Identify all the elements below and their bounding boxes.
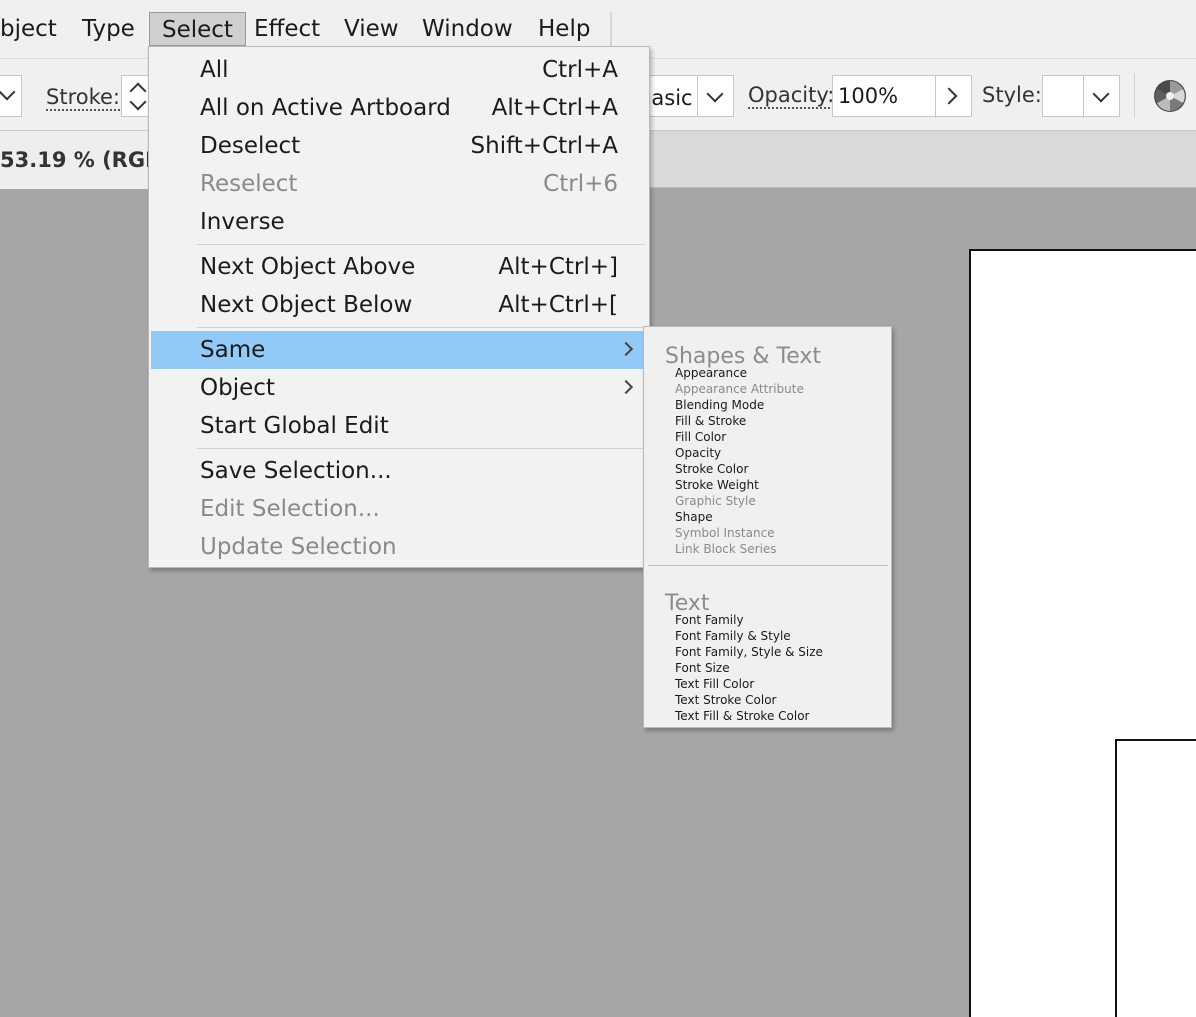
document-tab[interactable]: 53.19 % (RGB/ <box>0 131 150 189</box>
chevron-down-icon <box>0 83 16 101</box>
submenu-item-stroke-color[interactable]: Stroke Color <box>675 461 748 477</box>
submenu-item-fill-color[interactable]: Fill Color <box>675 429 726 445</box>
menu-object[interactable]: bject <box>0 12 69 46</box>
menu-separator <box>197 327 645 328</box>
stroke-label[interactable]: Stroke: <box>46 85 120 111</box>
menu-item-shortcut: Alt+Ctrl+] <box>498 254 618 280</box>
menu-help[interactable]: Help <box>526 12 602 46</box>
style-label: Style: <box>982 83 1042 107</box>
menu-item-next-object-below[interactable]: Next Object Below Alt+Ctrl+[ <box>151 286 647 324</box>
menu-item-label: Edit Selection... <box>200 496 380 522</box>
recolor-artwork-icon[interactable] <box>1153 79 1187 113</box>
chevron-right-icon <box>618 341 634 357</box>
menu-separator <box>197 448 645 449</box>
graphic-style-dropdown[interactable] <box>1042 75 1120 118</box>
chevron-right-icon <box>618 379 634 395</box>
menu-window[interactable]: Window <box>410 12 525 46</box>
submenu-item-appearance[interactable]: Appearance <box>675 365 747 381</box>
menu-item-label: Inverse <box>200 209 285 235</box>
stroke-stepper[interactable] <box>121 75 151 117</box>
submenu-item-text-fill-color[interactable]: Text Fill Color <box>675 676 754 692</box>
menu-item-shortcut: Shift+Ctrl+A <box>470 133 618 159</box>
menu-item-shortcut: Alt+Ctrl+A <box>491 95 618 121</box>
menu-item-label: Object <box>200 375 275 401</box>
menubar-divider <box>610 12 612 46</box>
menu-item-shortcut: Ctrl+A <box>542 57 618 83</box>
menu-item-reselect: Reselect Ctrl+6 <box>151 165 647 203</box>
menu-effect[interactable]: Effect <box>242 12 332 46</box>
menu-type[interactable]: Type <box>70 12 147 46</box>
submenu-item-graphic-style: Graphic Style <box>675 494 756 508</box>
menu-item-edit-selection: Edit Selection... <box>151 490 647 528</box>
menu-item-object[interactable]: Object <box>151 369 647 407</box>
menu-select[interactable]: Select <box>149 12 246 46</box>
menu-item-label: Save Selection... <box>200 458 392 484</box>
menu-item-label: Next Object Above <box>200 254 416 280</box>
menu-separator <box>197 244 645 245</box>
opacity-field[interactable]: 100% <box>832 75 972 118</box>
menu-item-next-object-above[interactable]: Next Object Above Alt+Ctrl+] <box>151 248 647 286</box>
menu-item-update-selection: Update Selection <box>151 528 647 566</box>
menu-item-label: Next Object Below <box>200 292 413 318</box>
chevron-down-icon <box>1092 85 1110 103</box>
chevron-down-icon <box>706 85 724 103</box>
submenu-item-link-block-series: Link Block Series <box>675 542 777 556</box>
menu-item-inverse[interactable]: Inverse <box>151 203 647 241</box>
menu-item-save-selection[interactable]: Save Selection... <box>151 452 647 490</box>
same-submenu: Shapes & Text Appearance Appearance Attr… <box>643 326 892 728</box>
menu-item-label: Same <box>200 337 266 363</box>
chevron-right-icon[interactable] <box>940 87 958 105</box>
menu-item-label: Reselect <box>200 171 298 197</box>
menu-item-label: All <box>200 57 229 83</box>
submenu-item-shape[interactable]: Shape <box>675 509 713 525</box>
menu-item-label: All on Active Artboard <box>200 95 451 121</box>
submenu-item-symbol-instance: Symbol Instance <box>675 526 775 540</box>
submenu-item-fill-stroke[interactable]: Fill & Stroke <box>675 413 746 429</box>
submenu-item-appearance-attribute: Appearance Attribute <box>675 382 804 396</box>
submenu-item-stroke-weight[interactable]: Stroke Weight <box>675 477 759 493</box>
submenu-item-opacity[interactable]: Opacity <box>675 445 721 461</box>
submenu-item-text-fill-stroke-color[interactable]: Text Fill & Stroke Color <box>675 708 809 724</box>
menu-item-all-on-active-artboard[interactable]: All on Active Artboard Alt+Ctrl+A <box>151 89 647 127</box>
submenu-item-blending-mode[interactable]: Blending Mode <box>675 397 764 413</box>
chevron-down-icon[interactable] <box>129 93 147 111</box>
menu-item-deselect[interactable]: Deselect Shift+Ctrl+A <box>151 127 647 165</box>
menu-item-start-global-edit[interactable]: Start Global Edit <box>151 407 647 445</box>
menu-item-label: Update Selection <box>200 534 397 560</box>
menu-item-label: Deselect <box>200 133 301 159</box>
menu-item-all[interactable]: All Ctrl+A <box>151 51 647 89</box>
menu-view[interactable]: View <box>332 12 411 46</box>
submenu-item-font-family-style-size[interactable]: Font Family, Style & Size <box>675 644 823 660</box>
fill-dropdown[interactable] <box>0 75 22 117</box>
document-tab-title: 53.19 % (RGB/ <box>0 148 150 172</box>
controlbar-divider <box>1134 73 1135 117</box>
submenu-item-text-stroke-color[interactable]: Text Stroke Color <box>675 692 776 708</box>
opacity-label[interactable]: Opacity: <box>748 83 835 109</box>
opacity-value: 100% <box>838 84 899 108</box>
brush-definition-dropdown[interactable]: Basic <box>640 75 734 117</box>
menu-item-shortcut: Ctrl+6 <box>543 171 618 197</box>
submenu-item-font-family[interactable]: Font Family <box>675 612 744 628</box>
select-menu: All Ctrl+A All on Active Artboard Alt+Ct… <box>148 46 650 568</box>
submenu-item-font-size[interactable]: Font Size <box>675 660 730 676</box>
menu-item-label: Start Global Edit <box>200 413 389 439</box>
submenu-separator <box>648 565 888 566</box>
rectangle-object[interactable] <box>1115 739 1196 1017</box>
submenu-item-font-family-style[interactable]: Font Family & Style <box>675 628 791 644</box>
menu-item-shortcut: Alt+Ctrl+[ <box>498 292 618 318</box>
menu-item-same[interactable]: Same <box>151 331 647 369</box>
